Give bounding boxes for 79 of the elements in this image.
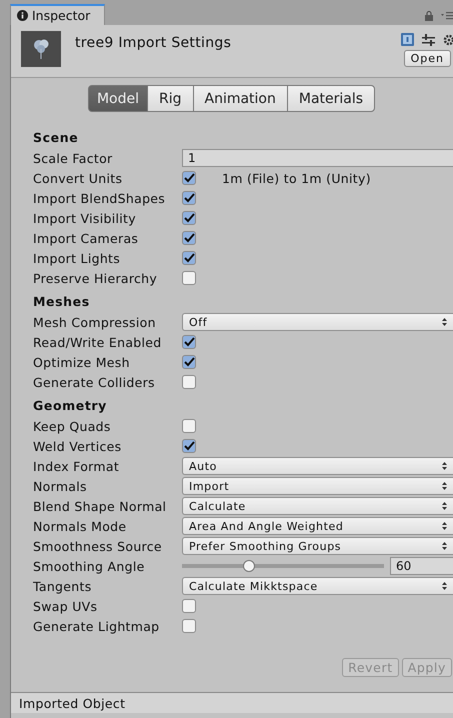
info-icon: [17, 10, 28, 21]
field-label: Import Visibility: [33, 210, 137, 226]
tab[interactable]: Model: [88, 85, 148, 112]
checkbox[interactable]: [182, 599, 196, 613]
checkbox[interactable]: [182, 211, 196, 225]
slider-thumb[interactable]: [242, 560, 255, 572]
dropdown-arrows-icon: [442, 318, 447, 326]
dropdown[interactable]: Calculate Mikktspace: [182, 577, 453, 595]
dropdown[interactable]: Area And Angle Weighted: [182, 517, 453, 535]
dropdown[interactable]: Off: [182, 313, 453, 331]
tab[interactable]: Materials: [286, 85, 376, 112]
field-label: Swap UVs: [33, 598, 98, 614]
open-button[interactable]: Open: [404, 50, 451, 67]
dropdown[interactable]: Prefer Smoothing Groups: [182, 537, 453, 555]
checkmark-icon: [184, 357, 194, 367]
input-field[interactable]: 60: [390, 557, 453, 575]
section-heading: Meshes: [33, 292, 91, 310]
dropdown[interactable]: Auto: [182, 457, 453, 475]
field-label: Convert Units: [33, 170, 124, 186]
field-label: Optimize Mesh: [33, 354, 131, 370]
field-label: Normals: [33, 478, 88, 494]
tree-thumbnail-icon: [21, 31, 61, 67]
field-label: Smoothness Source: [33, 538, 163, 554]
checkbox[interactable]: [182, 419, 196, 433]
section-heading: Geometry: [33, 396, 108, 415]
checkbox[interactable]: [182, 375, 196, 389]
tab[interactable]: Rig: [146, 85, 194, 112]
field-label: Scale Factor: [33, 150, 114, 166]
field-label: Read/Write Enabled: [33, 334, 163, 350]
dropdown[interactable]: Calculate: [182, 497, 453, 515]
field-label: Index Format: [33, 458, 120, 474]
field-label: Weld Vertices: [33, 438, 122, 454]
unit-note: 1m (File) to 1m (Unity): [222, 170, 371, 186]
checkbox[interactable]: [182, 619, 196, 633]
field-label: Mesh Compression: [33, 314, 157, 330]
lock-icon[interactable]: [425, 11, 433, 21]
checkmark-icon: [184, 441, 194, 451]
section-heading: Scene: [33, 128, 80, 146]
dropdown-arrows-icon: [442, 522, 447, 530]
field-label: Import BlendShapes: [33, 190, 166, 206]
checkmark-icon: [184, 337, 194, 347]
dropdown-arrows-icon: [442, 582, 447, 590]
menu-icon[interactable]: [441, 12, 453, 20]
dropdown-arrows-icon: [442, 482, 447, 490]
checkbox[interactable]: [182, 439, 196, 453]
inspector-tab[interactable]: Inspector: [10, 4, 106, 25]
checkbox[interactable]: [182, 251, 196, 265]
tab[interactable]: Animation: [192, 85, 288, 112]
checkbox[interactable]: [182, 171, 196, 185]
checkmark-icon: [184, 233, 194, 243]
field-label: Generate Colliders: [33, 374, 156, 390]
checkmark-icon: [184, 253, 194, 263]
input-field[interactable]: 1: [182, 149, 453, 167]
checkmark-icon: [184, 213, 194, 223]
field-label: Keep Quads: [33, 418, 112, 434]
checkbox[interactable]: [182, 271, 196, 285]
checkmark-icon: [184, 173, 194, 183]
field-label: Generate Lightmap: [33, 618, 160, 634]
field-label: Import Cameras: [33, 230, 140, 246]
field-label: Tangents: [33, 578, 93, 594]
field-label: Normals Mode: [33, 518, 128, 534]
dropdown-arrows-icon: [442, 542, 447, 550]
preset-sliders-icon[interactable]: [422, 34, 435, 46]
status-bar: Imported Object: [11, 692, 453, 713]
checkmark-icon: [184, 193, 194, 203]
field-label: Blend Shape Normal: [33, 498, 168, 514]
checkbox[interactable]: [182, 335, 196, 349]
field-label: Smoothing Angle: [33, 558, 146, 574]
dropdown-arrows-icon: [442, 502, 447, 510]
field-label: Import Lights: [33, 250, 122, 266]
window-title: tree9 Import Settings: [75, 34, 232, 53]
dropdown-arrows-icon: [442, 462, 447, 470]
field-label: Preserve Hierarchy: [33, 270, 158, 286]
checkbox[interactable]: [182, 231, 196, 245]
dropdown[interactable]: Import: [182, 477, 453, 495]
checkbox[interactable]: [182, 191, 196, 205]
checkbox[interactable]: [182, 355, 196, 369]
settings-icon[interactable]: [443, 34, 453, 46]
help-book-icon[interactable]: [401, 33, 414, 46]
